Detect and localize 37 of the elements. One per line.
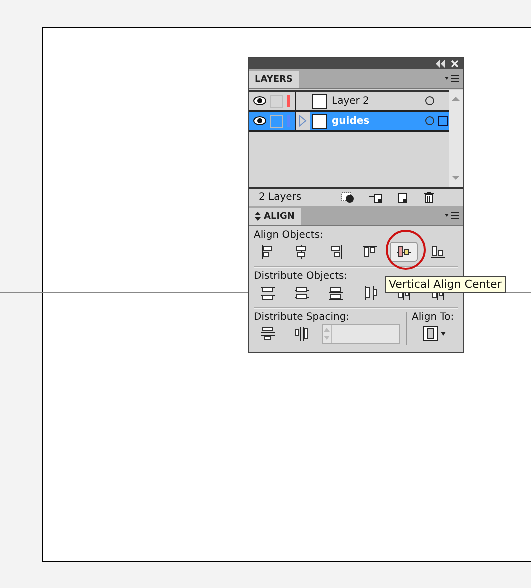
section-label: Align To: — [412, 312, 456, 323]
lock-toggle[interactable] — [270, 114, 283, 128]
section-label: Distribute Objects: — [254, 271, 349, 282]
close-icon[interactable] — [451, 60, 459, 68]
eye-icon[interactable] — [253, 116, 267, 126]
distribute-icon — [328, 285, 344, 301]
new-layer-icon[interactable] — [397, 192, 409, 204]
distribute-icon — [362, 285, 378, 301]
layers-tab[interactable]: LAYERS — [249, 71, 299, 88]
layer-name: guides — [332, 116, 371, 126]
spacing-field[interactable] — [322, 324, 400, 344]
section-label: Align Objects: — [254, 230, 324, 241]
panel-menu-icon[interactable] — [445, 74, 459, 82]
trash-icon[interactable] — [423, 192, 435, 204]
panel-menu-icon[interactable] — [445, 212, 459, 220]
distribute-spacing-icon — [294, 326, 310, 342]
align-icon — [396, 244, 412, 260]
align-icon — [362, 244, 378, 260]
highlight-circle — [385, 229, 427, 271]
layer-thumbnail — [312, 94, 327, 108]
lock-toggle[interactable] — [270, 94, 283, 108]
tooltip: Vertical Align Center — [385, 276, 506, 293]
align-tab[interactable]: ALIGN — [249, 208, 301, 225]
eye-icon[interactable] — [253, 96, 267, 106]
align-to-icon — [423, 326, 447, 342]
align-icon — [430, 244, 446, 260]
align-button[interactable] — [390, 242, 418, 262]
layer-count: 2 Layers — [259, 192, 303, 203]
layer-name: Layer 2 — [332, 96, 370, 106]
new-sublayer-icon[interactable] — [369, 192, 383, 204]
distribute-icon — [260, 285, 276, 301]
clipping-mask-icon[interactable] — [341, 192, 355, 204]
collapse-arrows-icon[interactable] — [255, 212, 261, 221]
distribute-icon — [294, 285, 310, 301]
layer-thumbnail — [312, 114, 327, 128]
distribute-spacing-icon — [260, 326, 276, 342]
section-label: Distribute Spacing: — [254, 312, 350, 323]
